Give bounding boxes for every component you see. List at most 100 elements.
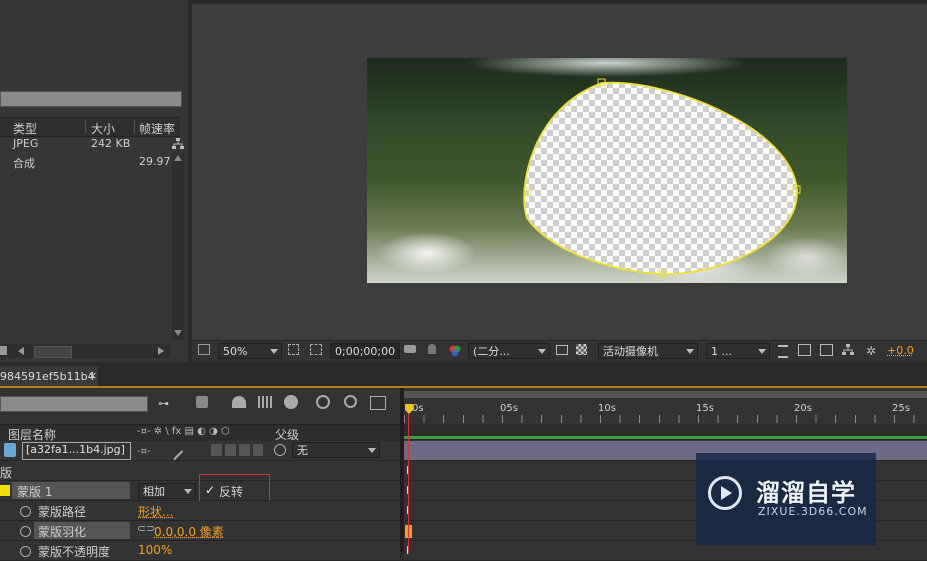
- list-item[interactable]: JPEG 242 KB: [0, 136, 170, 153]
- zoom-value: 50%: [223, 345, 248, 358]
- col-divider: [85, 120, 86, 134]
- camera-snapshot-icon[interactable]: [404, 345, 416, 353]
- brainstorm-icon[interactable]: [370, 396, 386, 410]
- hide-shy-layers-icon[interactable]: [232, 396, 246, 408]
- project-panel: 类型 大小 帧速率 JPEG 242 KB 合成 29.97: [0, 0, 188, 362]
- inverted-mask-cutout[interactable]: [367, 58, 847, 283]
- reset-exposure-icon[interactable]: ✲: [866, 344, 880, 358]
- mask-path-row[interactable]: 蒙版路径 形状...: [0, 501, 400, 521]
- work-area-green-line: [404, 436, 927, 439]
- mask-mode-dropdown[interactable]: 相加: [138, 483, 196, 499]
- invert-label[interactable]: 反转: [219, 483, 243, 500]
- layer-row[interactable]: [a32fa1...1b4.jpg] -¤- 无: [0, 441, 400, 461]
- camera-value: 活动摄像机: [603, 345, 658, 358]
- watermark-title: 溜溜自学: [756, 479, 856, 507]
- motion-blur-icon[interactable]: [284, 395, 298, 409]
- chevron-down-icon: [184, 489, 192, 494]
- draft-3d-icon[interactable]: [196, 396, 208, 408]
- switches-icons[interactable]: -¤- ✲ \ fx ▤ ◐ ◑ ⬡: [137, 426, 230, 437]
- prop-value[interactable]: 形状...: [138, 503, 173, 520]
- mask-name-bar[interactable]: 蒙版 1: [12, 482, 130, 499]
- composition-frame[interactable]: [367, 58, 847, 283]
- close-icon[interactable]: ×: [88, 369, 97, 382]
- composition-viewer: 50% 0;00;00;00 (二分... 活动摄像机 1 ... ✲ +0.0: [192, 4, 927, 361]
- vertical-scrollbar[interactable]: [172, 153, 184, 340]
- show-snapshot-icon[interactable]: [428, 344, 436, 354]
- chevron-down-icon: [270, 349, 278, 354]
- time-ruler[interactable]: 0s 05s 10s 15s 20s 25s: [404, 391, 927, 423]
- layer-name-box[interactable]: [a32fa1...1b4.jpg]: [22, 442, 131, 460]
- trash-icon[interactable]: [0, 346, 7, 355]
- parent-dropdown[interactable]: 无: [292, 442, 380, 458]
- timeline-tab-label: 984591ef5b11b4: [0, 370, 95, 383]
- playhead-line[interactable]: [408, 414, 409, 552]
- watermark-url: ZIXUE.3D66.COM: [758, 505, 868, 518]
- comp-mini-flowchart-icon[interactable]: ⊶: [158, 397, 172, 411]
- views-dropdown[interactable]: 1 ...: [706, 343, 770, 359]
- timeline-icon[interactable]: [820, 344, 833, 356]
- item-type: JPEG: [13, 137, 39, 150]
- list-item[interactable]: 合成 29.97: [0, 154, 171, 171]
- link-icon[interactable]: ⊂⊃: [137, 522, 155, 535]
- col-size[interactable]: 大小: [91, 120, 115, 137]
- comp-flowchart-icon[interactable]: [842, 344, 856, 358]
- scroll-thumb[interactable]: [34, 346, 72, 358]
- frame-blending-icon[interactable]: [258, 396, 272, 408]
- work-area-bar[interactable]: [404, 391, 927, 398]
- switch-boxes[interactable]: [211, 444, 263, 456]
- mask-color-swatch[interactable]: [0, 485, 10, 496]
- parent-value: 无: [297, 444, 308, 457]
- play-logo-icon: [708, 476, 742, 510]
- timeline-search[interactable]: [0, 396, 148, 412]
- zoom-dropdown[interactable]: 50%: [218, 343, 282, 359]
- camera-dropdown[interactable]: 活动摄像机: [598, 343, 698, 359]
- channel-icon[interactable]: [448, 344, 462, 358]
- quality-switch-icon[interactable]: [164, 441, 184, 461]
- ruler-mark: 25s: [892, 403, 910, 414]
- col-type[interactable]: 类型: [13, 120, 37, 137]
- stopwatch-icon[interactable]: [344, 395, 357, 408]
- timeline-tab[interactable]: 984591ef5b11b4 ×: [0, 366, 98, 388]
- views-value: 1 ...: [711, 345, 732, 358]
- item-size: 242 KB: [91, 137, 131, 150]
- fit-view-icon[interactable]: [288, 344, 299, 355]
- scroll-left-arrow-icon[interactable]: [18, 347, 24, 355]
- prop-value[interactable]: 0.0,0.0 像素: [154, 523, 224, 540]
- scroll-up-arrow-icon[interactable]: [174, 155, 182, 161]
- layer-name: [a32fa1...1b4.jpg]: [26, 443, 125, 456]
- horizontal-scrollbar[interactable]: [0, 344, 170, 358]
- mask-feather-row[interactable]: 蒙版羽化 ⊂⊃ 0.0,0.0 像素: [0, 521, 400, 541]
- chevron-down-icon: [686, 349, 694, 354]
- region-icon[interactable]: [556, 345, 568, 355]
- pick-whip-icon[interactable]: [274, 444, 286, 456]
- item-type: 合成: [13, 157, 35, 170]
- stopwatch-icon[interactable]: [20, 526, 31, 537]
- col-fps[interactable]: 帧速率: [139, 120, 175, 137]
- timecode-display[interactable]: 0;00;00;00: [330, 343, 400, 359]
- mask-row[interactable]: 蒙版 1 相加 ✓ 反转: [0, 474, 400, 510]
- transparency-grid-icon[interactable]: [576, 344, 587, 355]
- resolution-dropdown[interactable]: (二分...: [468, 343, 550, 359]
- shy-switch-icon[interactable]: -¤-: [137, 446, 151, 457]
- ruler-mark: 0s: [412, 403, 424, 414]
- chevron-down-icon: [368, 448, 376, 453]
- prop-name: 蒙版路径: [38, 505, 87, 519]
- ruler-mark: 15s: [696, 403, 714, 414]
- region-of-interest-icon[interactable]: [310, 344, 322, 355]
- always-preview-icon[interactable]: [198, 344, 210, 355]
- chevron-down-icon: [758, 349, 766, 354]
- exposure-value[interactable]: +0.0: [887, 344, 914, 357]
- mask-opacity-row[interactable]: 蒙版不透明度 100%: [0, 541, 400, 561]
- grid-toggle-icon[interactable]: [778, 345, 788, 358]
- flowchart-icon[interactable]: [172, 138, 184, 150]
- checkmark-icon[interactable]: ✓: [205, 483, 215, 497]
- prop-value[interactable]: 100%: [138, 543, 172, 557]
- stopwatch-icon[interactable]: [20, 506, 31, 517]
- mask-mode-value: 相加: [143, 485, 165, 498]
- graph-editor-icon[interactable]: [316, 395, 330, 409]
- fast-preview-icon[interactable]: [798, 344, 811, 356]
- chevron-down-icon: [538, 349, 546, 354]
- scroll-right-arrow-icon[interactable]: [158, 347, 164, 355]
- scroll-down-arrow-icon[interactable]: [174, 330, 182, 336]
- project-search-bar[interactable]: [0, 91, 182, 107]
